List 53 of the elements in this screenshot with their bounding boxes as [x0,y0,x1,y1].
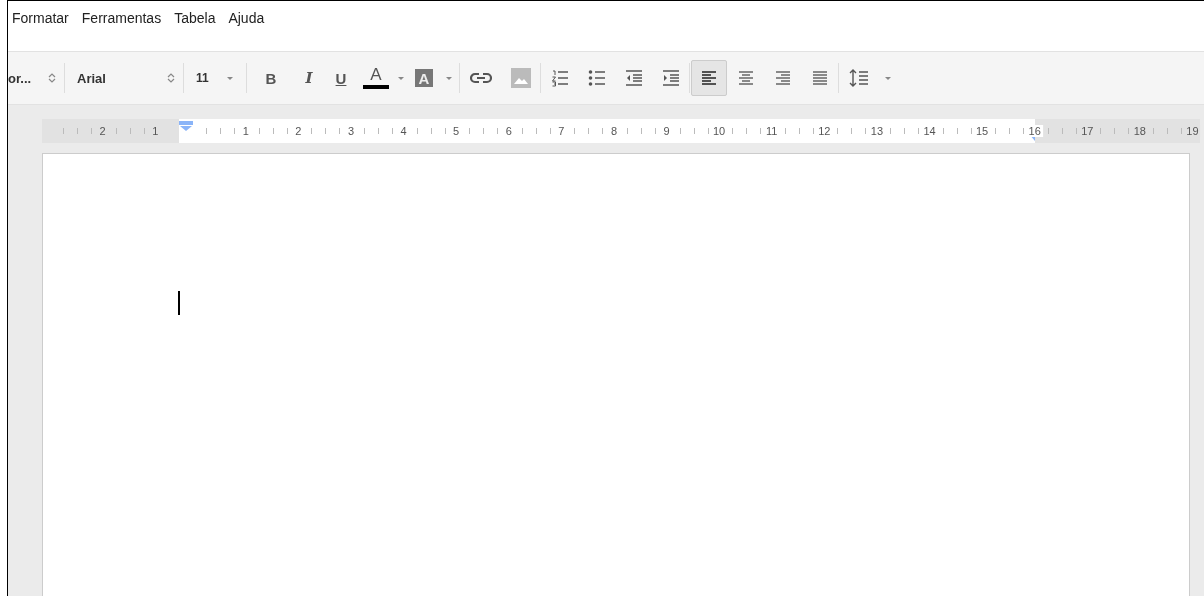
align-left-icon [701,71,717,85]
increase-indent-icon[interactable] [662,70,680,86]
ruler-number: 7 [556,125,567,137]
ruler-number: 14 [921,125,938,137]
ruler-number: 12 [816,125,833,137]
numbered-list-icon[interactable] [551,69,569,87]
indent-marker-icon[interactable] [179,121,194,131]
justify-icon [812,71,828,85]
align-right-icon [775,71,791,85]
menu-item[interactable]: Ferramentas [81,10,162,51]
line-spacing-icon[interactable] [849,68,869,88]
ruler-number: 17 [1079,125,1096,137]
align-left-button[interactable] [691,60,727,96]
up-down-icon [167,72,175,84]
underline-button[interactable]: U [327,64,355,92]
caret-icon[interactable] [445,75,453,81]
ruler-number: 9 [661,125,672,137]
ruler-number: 8 [608,125,619,137]
menu-item[interactable]: Formatar [12,10,69,51]
ruler-number: 6 [503,125,514,137]
align-center-icon [738,71,754,85]
text-cursor [178,291,180,315]
ruler-number: 16 [1026,125,1043,137]
font-dropdown[interactable]: Arial [65,64,183,92]
ruler-number: 1 [150,125,161,137]
ruler-number: 10 [711,125,728,137]
menu-item[interactable]: Ajuda [228,10,265,51]
menu-item[interactable]: Tabela [174,10,216,51]
highlight-color-button[interactable]: A [415,69,433,87]
ruler-number: 3 [345,125,357,137]
ruler-number: 13 [868,125,886,137]
italic-button[interactable]: I [295,64,323,92]
ruler-number: 2 [293,125,304,137]
font-size-dropdown[interactable]: 11 [184,64,246,92]
caret-icon [226,75,234,81]
caret-icon[interactable] [397,75,405,81]
ruler-number: 1 [240,125,251,137]
bulleted-list-icon[interactable] [588,69,606,87]
ruler-number: 4 [398,125,409,137]
ruler-number: 15 [973,125,991,137]
link-icon[interactable] [470,72,492,84]
decrease-indent-icon[interactable] [625,70,643,86]
caret-icon[interactable] [884,75,892,81]
bold-button[interactable]: B [257,64,285,92]
image-icon[interactable] [511,68,531,88]
ruler-number: 18 [1131,125,1148,137]
ruler-number: 11 [764,125,780,137]
ruler-number: 19 [1184,125,1201,137]
ruler-number: 5 [451,125,462,137]
paragraph-style-dropdown[interactable]: or... [8,64,64,92]
up-down-icon [48,72,56,84]
ruler-number: 2 [97,125,108,137]
text-color-button[interactable]: A [361,64,391,92]
